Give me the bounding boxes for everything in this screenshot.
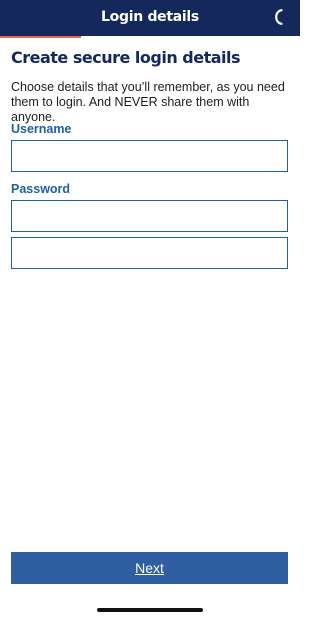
intro-text: Choose details that you’ll remember, as … xyxy=(11,80,285,124)
progress-bar-fill xyxy=(0,36,81,38)
password-input[interactable] xyxy=(11,200,288,232)
phone-icon[interactable] xyxy=(271,8,285,26)
home-indicator xyxy=(97,608,203,612)
progress-bar xyxy=(0,36,300,38)
next-button[interactable]: Next xyxy=(11,552,288,584)
username-label: Username xyxy=(11,122,72,136)
username-input[interactable] xyxy=(11,140,288,172)
confirm-password-input[interactable] xyxy=(11,237,288,269)
header-title: Login details xyxy=(101,9,199,25)
app-header: Login details xyxy=(0,0,300,36)
page-title: Create secure login details xyxy=(11,48,241,67)
password-label: Password xyxy=(11,182,71,196)
